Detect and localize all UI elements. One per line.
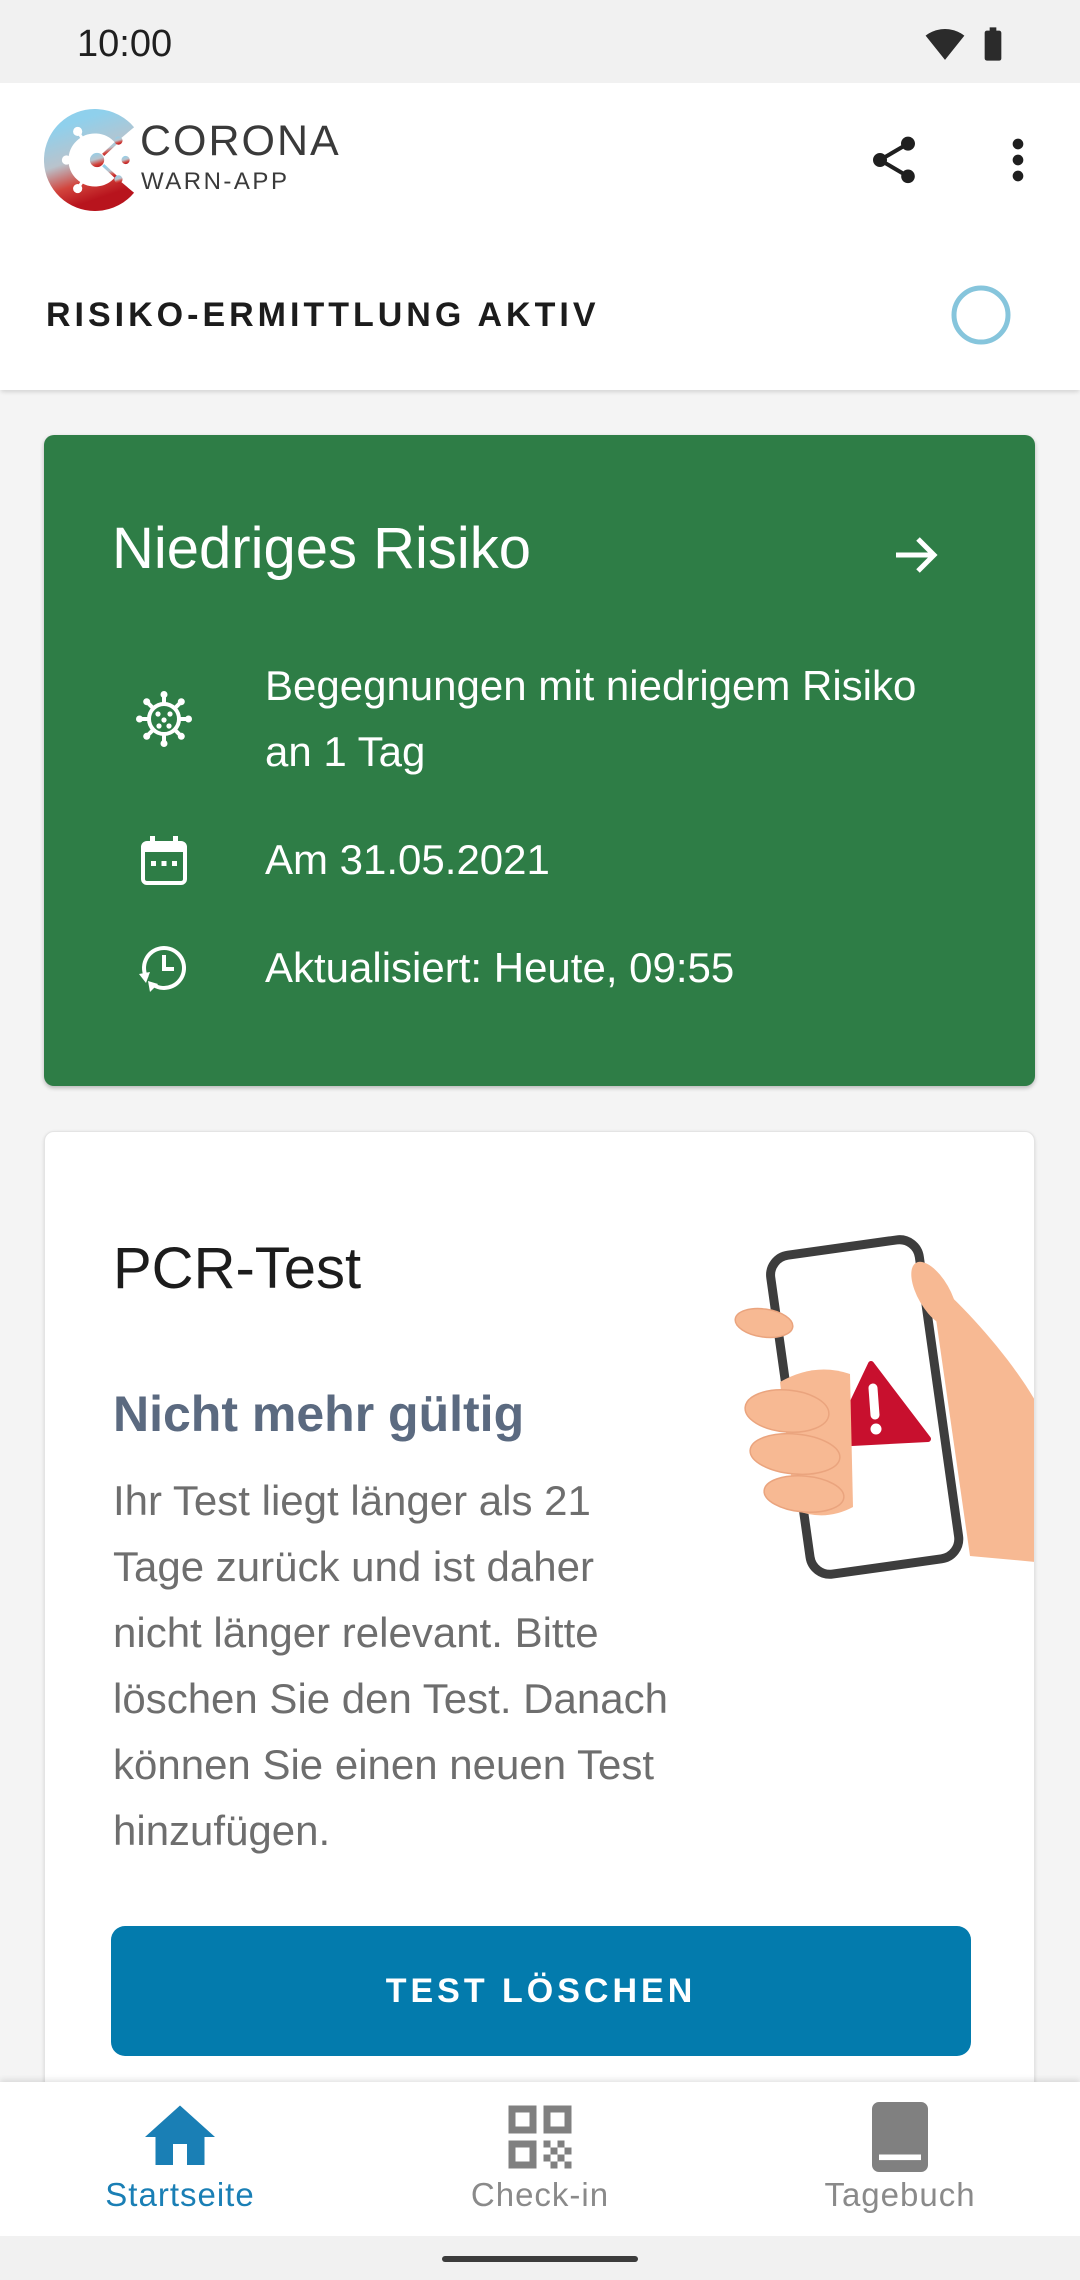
- risk-row-text: Begegnungen mit niedrigem Risiko an 1 Ta…: [265, 653, 916, 785]
- risk-details-list: Begegnungen mit niedrigem Risiko an 1 Ta…: [44, 653, 1035, 1001]
- risk-detection-progress-icon: [951, 285, 1011, 345]
- app-screen: 10:00 CORONA WARN-APP RISIKO-ERMITTLUNG …: [0, 0, 1080, 2280]
- risk-detection-status-label: RISIKO-ERMITTLUNG AKTIV: [46, 296, 600, 334]
- risk-row-text: Am 31.05.2021: [265, 827, 550, 893]
- gesture-handle[interactable]: [442, 2256, 638, 2262]
- share-icon[interactable]: [866, 132, 922, 188]
- qr-code-icon: [508, 2105, 572, 2169]
- more-vert-icon[interactable]: [986, 128, 1050, 192]
- logo-subtitle: WARN-APP: [141, 168, 290, 195]
- test-description-line: nicht länger relevant. Bitte: [113, 1609, 599, 1656]
- test-description-line: hinzufügen.: [113, 1807, 331, 1854]
- arrow-right-icon[interactable]: [888, 527, 944, 583]
- app-header: CORONA WARN-APP RISIKO-ERMITTLUNG AKTIV: [0, 83, 1080, 390]
- test-description-line: löschen Sie den Test. Danach: [113, 1675, 668, 1722]
- system-gesture-bar: [0, 2236, 1080, 2280]
- home-icon: [145, 2105, 215, 2165]
- hand-holding-phone-warning-illustration: [734, 1235, 1034, 1579]
- history-clock-icon: [139, 946, 186, 992]
- risk-card-title: Niedriges Risiko: [112, 516, 532, 581]
- risk-card[interactable]: Niedriges Risiko Begegnungen mit niedrig…: [44, 435, 1035, 1086]
- nav-item-check-in[interactable]: Check-in: [360, 2082, 720, 2236]
- status-bar: 10:00: [0, 0, 1080, 83]
- status-time: 10:00: [77, 23, 173, 65]
- risk-row-text: Aktualisiert: Heute, 09:55: [265, 935, 734, 1001]
- risk-row-line: Aktualisiert: Heute, 09:55: [265, 944, 735, 991]
- calendar-icon: [141, 836, 187, 885]
- nav-item-startseite[interactable]: Startseite: [0, 2082, 360, 2236]
- test-description: Ihr Test liegt länger als 21 Tage zurück…: [113, 1468, 668, 1864]
- nav-item-label: Tagebuch: [824, 2176, 976, 2213]
- risk-row-line: an 1 Tag: [265, 728, 426, 775]
- nav-item-tagebuch[interactable]: Tagebuch: [720, 2082, 1080, 2236]
- risk-row-line: Begegnungen mit niedrigem Risiko: [265, 662, 917, 709]
- test-card-title: PCR-Test: [113, 1236, 362, 1301]
- nav-item-label: Startseite: [105, 2176, 255, 2213]
- risk-row-encounters: Begegnungen mit niedrigem Risiko an 1 Ta…: [44, 653, 1035, 785]
- logo-title: CORONA: [140, 117, 341, 165]
- battery-icon: [984, 27, 1002, 61]
- corona-warn-app-logo-icon: [44, 109, 135, 211]
- risk-row-updated: Aktualisiert: Heute, 09:55: [44, 935, 1035, 1001]
- delete-test-button[interactable]: TEST LÖSCHEN: [111, 1926, 971, 2056]
- delete-test-button-label: TEST LÖSCHEN: [385, 1971, 697, 2010]
- bottom-navigation: Startseite Check-in Tagebuch: [0, 2082, 1080, 2236]
- wifi-icon: [925, 29, 965, 60]
- test-description-line: können Sie einen neuen Test: [113, 1741, 654, 1788]
- risk-row-date: Am 31.05.2021: [44, 827, 1035, 893]
- test-status-heading: Nicht mehr gültig: [113, 1386, 525, 1442]
- nav-item-label: Check-in: [470, 2176, 610, 2213]
- test-description-line: Ihr Test liegt länger als 21: [113, 1477, 591, 1524]
- test-description-line: Tage zurück und ist daher: [113, 1543, 594, 1590]
- book-icon: [872, 2102, 928, 2172]
- virus-icon: [136, 691, 192, 747]
- test-card: PCR-Test Nicht mehr gültig Ihr Test lieg…: [44, 1131, 1035, 2133]
- risk-row-line: Am 31.05.2021: [265, 836, 550, 883]
